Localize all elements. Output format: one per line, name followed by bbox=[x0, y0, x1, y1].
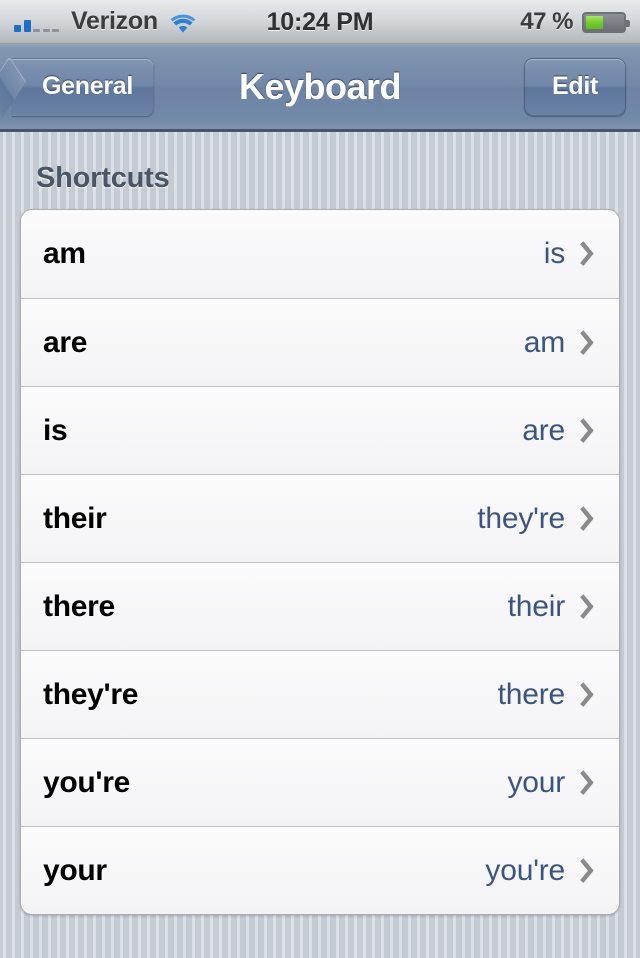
shortcut-value: your bbox=[507, 766, 565, 800]
shortcut-value: are bbox=[522, 414, 565, 448]
row-accessory: is bbox=[544, 237, 597, 271]
row-accessory: they're bbox=[477, 502, 597, 536]
chevron-right-icon bbox=[579, 328, 597, 358]
chevron-right-icon bbox=[579, 680, 597, 710]
shortcut-phrase: is bbox=[43, 414, 67, 448]
table-row[interactable]: they're there bbox=[21, 650, 619, 738]
shortcut-phrase: their bbox=[43, 502, 107, 536]
battery-percent-label: 47 % bbox=[520, 8, 573, 36]
shortcut-phrase: they're bbox=[43, 678, 138, 712]
chevron-right-icon bbox=[579, 592, 597, 622]
table-row[interactable]: you're your bbox=[21, 738, 619, 826]
table-row[interactable]: their they're bbox=[21, 474, 619, 562]
shortcuts-table: am is are am is are their they're there their they… bbox=[20, 209, 620, 915]
row-accessory: am bbox=[524, 326, 597, 360]
table-row[interactable]: your you're bbox=[21, 826, 619, 914]
carrier-label: Verizon bbox=[71, 9, 158, 35]
row-accessory: are bbox=[522, 414, 597, 448]
section-header-shortcuts: Shortcuts bbox=[0, 132, 640, 209]
battery-icon bbox=[582, 12, 626, 33]
chevron-right-icon bbox=[579, 416, 597, 446]
row-accessory: you're bbox=[485, 854, 597, 888]
shortcut-value: is bbox=[544, 237, 565, 271]
edit-button[interactable]: Edit bbox=[524, 58, 626, 116]
edit-button-label: Edit bbox=[552, 72, 598, 101]
wifi-icon bbox=[170, 14, 196, 35]
row-accessory: there bbox=[498, 678, 597, 712]
table-row[interactable]: are am bbox=[21, 298, 619, 386]
shortcut-value: am bbox=[524, 326, 565, 360]
row-accessory: their bbox=[508, 590, 597, 624]
shortcut-phrase: you're bbox=[43, 766, 130, 800]
shortcut-value: their bbox=[508, 590, 565, 624]
back-button-general[interactable]: General bbox=[12, 58, 154, 116]
iphone-screen: Verizon 10:24 PM 47 % General Keyboard E… bbox=[0, 0, 640, 958]
table-row[interactable]: is are bbox=[21, 386, 619, 474]
shortcut-phrase: there bbox=[43, 590, 115, 624]
back-button-label: General bbox=[42, 72, 133, 101]
status-bar-left: Verizon bbox=[14, 9, 196, 35]
status-bar-right: 47 % bbox=[520, 8, 626, 36]
chevron-right-icon bbox=[579, 856, 597, 886]
shortcut-value: you're bbox=[485, 854, 565, 888]
navigation-bar: General Keyboard Edit bbox=[0, 44, 640, 132]
chevron-right-icon bbox=[579, 504, 597, 534]
shortcut-phrase: are bbox=[43, 326, 87, 360]
content-area: Shortcuts am is are am is are their they're ther… bbox=[0, 132, 640, 915]
shortcut-value: there bbox=[498, 678, 565, 712]
signal-bars-icon bbox=[14, 14, 59, 35]
chevron-right-icon bbox=[579, 239, 597, 269]
status-bar: Verizon 10:24 PM 47 % bbox=[0, 0, 640, 44]
table-row[interactable]: am is bbox=[21, 210, 619, 298]
shortcut-value: they're bbox=[477, 502, 565, 536]
row-accessory: your bbox=[507, 766, 597, 800]
shortcut-phrase: am bbox=[43, 237, 86, 271]
shortcut-phrase: your bbox=[43, 854, 107, 888]
table-row[interactable]: there their bbox=[21, 562, 619, 650]
chevron-right-icon bbox=[579, 768, 597, 798]
